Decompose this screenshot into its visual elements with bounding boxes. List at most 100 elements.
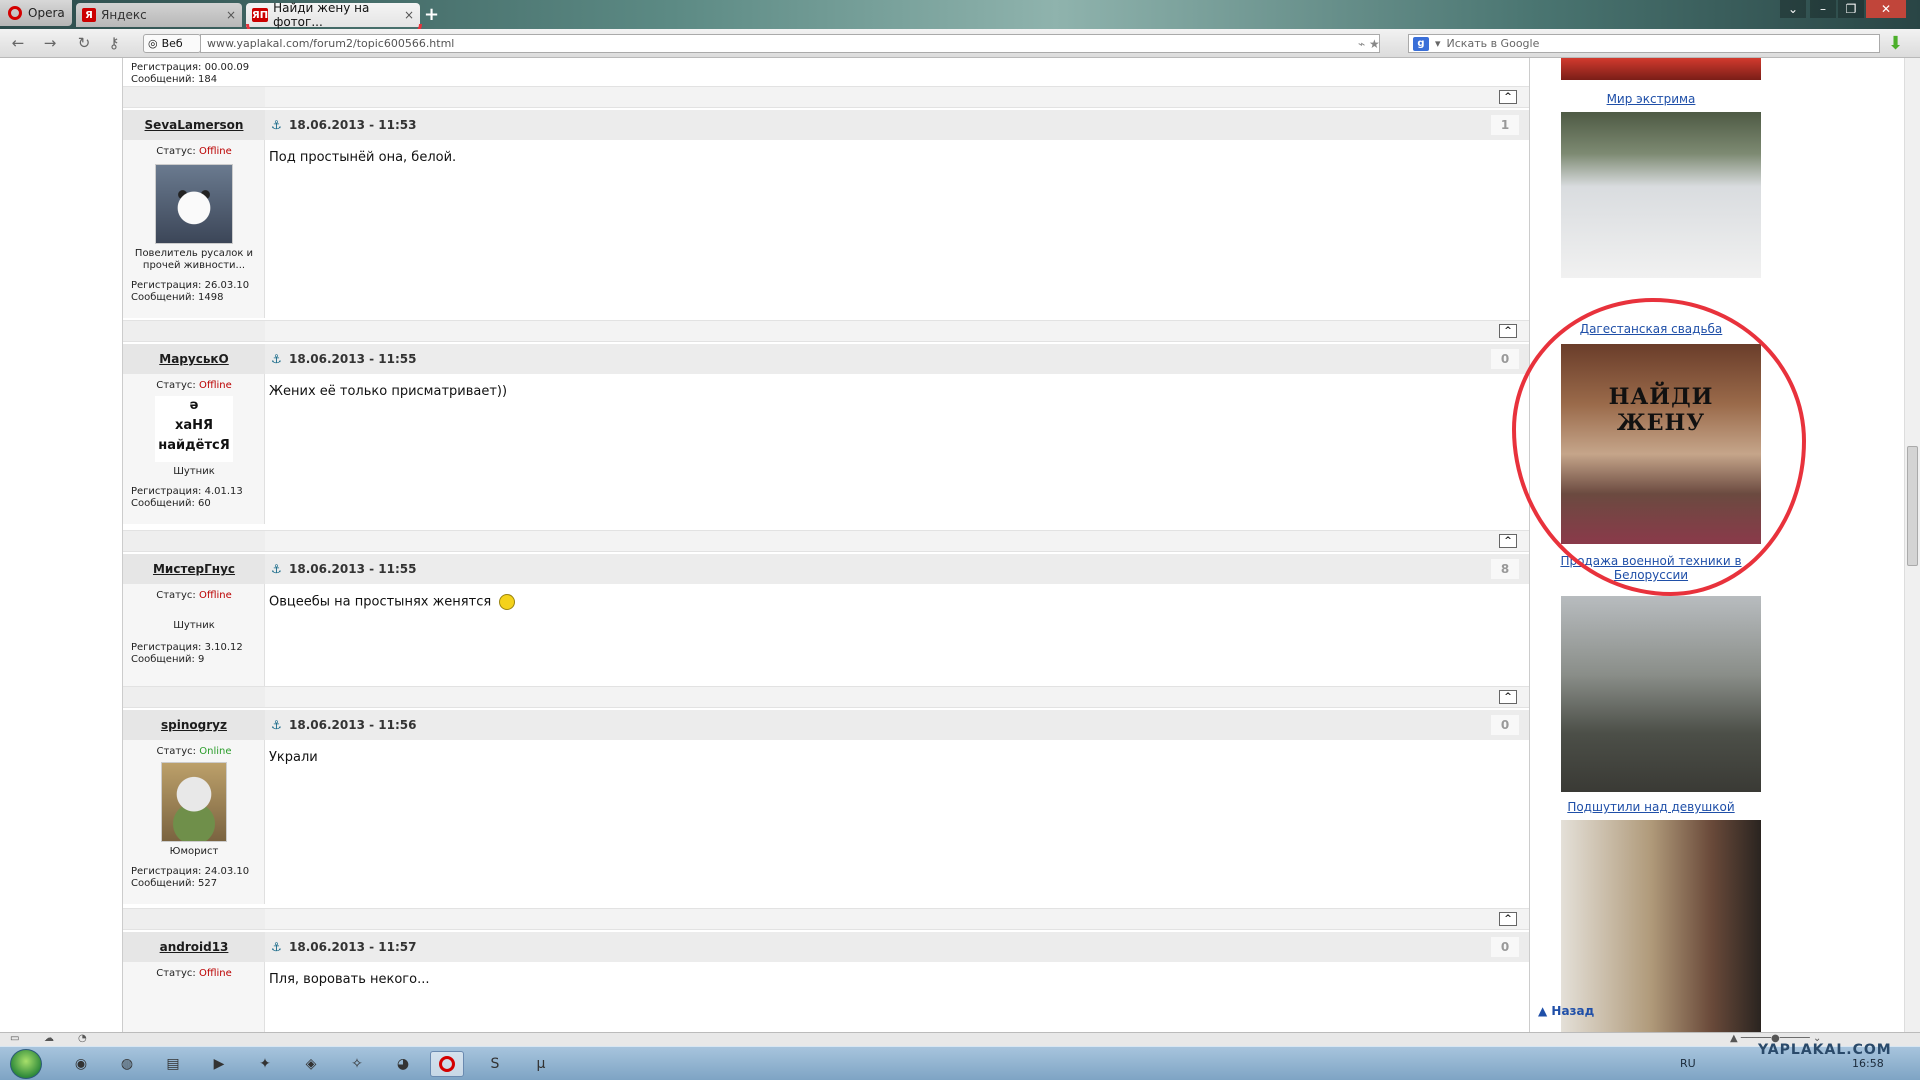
language-indicator[interactable]: RU xyxy=(1680,1057,1696,1070)
sidebar-link[interactable]: Мир экстрима xyxy=(1531,92,1771,106)
back-button[interactable]: ← xyxy=(8,34,28,52)
key-icon[interactable]: ⚷ xyxy=(104,34,124,52)
anchor-icon[interactable]: ⚓ xyxy=(271,562,282,576)
author-cell: SevaLamerson xyxy=(123,110,265,140)
anchor-icon[interactable]: ⚓ xyxy=(271,352,282,366)
media-player-icon[interactable]: ▶ xyxy=(202,1051,236,1077)
url-field[interactable]: www.yaplakal.com/forum2/topic600566.html xyxy=(200,34,1380,53)
reg-date: Регистрация: 24.03.10 xyxy=(131,866,250,877)
anchor-icon[interactable]: ⚓ xyxy=(271,718,282,732)
post-rating[interactable]: 0 xyxy=(1491,715,1519,735)
author-name-link[interactable]: МаруськО xyxy=(159,352,229,366)
close-window-button[interactable]: ✕ xyxy=(1866,0,1906,18)
globe-icon: ◎ xyxy=(148,37,158,50)
author-cell: МистерГнус xyxy=(123,554,265,584)
forum-post: МистерГнус ⚓ 18.06.2013 - 11:55 8 Статус… xyxy=(123,554,1529,704)
post-date: 18.06.2013 - 11:55 xyxy=(289,352,417,366)
post-date: 18.06.2013 - 11:55 xyxy=(289,562,417,576)
author-name-link[interactable]: spinogryz xyxy=(161,718,227,732)
msg-count: Сообщений: 60 xyxy=(131,498,211,509)
user-title: Шутник xyxy=(173,466,215,477)
page-content: Регистрация: 00.00.09 Сообщений: 184 ^ S… xyxy=(0,58,1920,1032)
search-input[interactable]: g ▾ Искать в Google xyxy=(1408,34,1880,53)
folder-icon[interactable]: ▤ xyxy=(156,1051,190,1077)
utorrent-icon[interactable]: µ xyxy=(524,1051,558,1077)
taskbar-clock[interactable]: 16:58 xyxy=(1852,1057,1884,1070)
taskbar-app-icon[interactable]: ◈ xyxy=(294,1051,328,1077)
author-cell: android13 xyxy=(123,932,265,962)
anchor-icon[interactable]: ⚓ xyxy=(271,940,282,954)
search-dropdown-icon[interactable]: ▾ xyxy=(1435,37,1441,50)
post-separator: ^ xyxy=(123,320,1529,342)
post-rating[interactable]: 0 xyxy=(1491,349,1519,369)
post-rating[interactable]: 0 xyxy=(1491,937,1519,957)
tab-yandex[interactable]: Я Яндекс × xyxy=(76,3,242,27)
maximize-button[interactable]: ❐ xyxy=(1838,0,1864,18)
panel-toggle-icon[interactable]: ▭ xyxy=(10,1033,19,1044)
scroll-up-button[interactable]: ^ xyxy=(1499,912,1517,926)
post-rating[interactable]: 1 xyxy=(1491,115,1519,135)
speed-dial-icon[interactable]: ◔ xyxy=(78,1033,87,1044)
sidebar-image[interactable] xyxy=(1561,596,1761,792)
scroll-up-button[interactable]: ^ xyxy=(1499,690,1517,704)
post-rating[interactable]: 8 xyxy=(1491,559,1519,579)
separator-left xyxy=(123,321,265,341)
avatar-text-2: хаНЯ xyxy=(174,418,214,433)
author-name-link[interactable]: SevaLamerson xyxy=(145,118,244,132)
minimize-button[interactable]: – xyxy=(1810,0,1836,18)
tab-menu-icon[interactable]: ⌄ xyxy=(1780,0,1806,18)
scroll-up-button[interactable]: ^ xyxy=(1499,324,1517,338)
taskbar-app-icon[interactable]: ◉ xyxy=(64,1051,98,1077)
skype-icon[interactable]: S xyxy=(478,1051,512,1077)
msg-count: Сообщений: 1498 xyxy=(131,292,224,303)
chrome-icon[interactable]: ◕ xyxy=(386,1051,420,1077)
prev-msgs: Сообщений: 184 xyxy=(131,74,218,85)
user-title: Повелитель русалок и прочей живности... xyxy=(134,248,254,271)
reload-icon[interactable]: ↻ xyxy=(74,34,94,52)
status-label: Статус: xyxy=(156,380,196,391)
download-icon[interactable]: ⬇ xyxy=(1888,33,1908,54)
site-watermark: YAPLAKAL.COM xyxy=(1758,1042,1892,1058)
author-panel: Статус: Offline Повелитель русалок и про… xyxy=(123,140,265,318)
forum-post: spinogryz ⚓ 18.06.2013 - 11:56 0 Статус:… xyxy=(123,710,1529,904)
close-tab-icon[interactable]: × xyxy=(404,8,414,22)
sidebar-image[interactable] xyxy=(1561,112,1761,278)
user-status: Статус: Offline xyxy=(123,590,265,601)
web-badge[interactable]: ◎ Веб xyxy=(143,34,201,53)
back-to-top-link[interactable]: ▲ Назад xyxy=(1538,1004,1594,1018)
scrollbar-thumb[interactable] xyxy=(1907,446,1918,566)
new-tab-button[interactable]: + xyxy=(424,4,439,25)
author-name-link[interactable]: android13 xyxy=(160,940,229,954)
post-text: Под простынёй она, белой. xyxy=(269,150,457,165)
post-date: 18.06.2013 - 11:57 xyxy=(289,940,417,954)
windows-taskbar: ◉ ◍ ▤ ▶ ✦ ◈ ✧ ◕ S µ RU 16:58 xyxy=(0,1046,1920,1080)
anchor-icon[interactable]: ⚓ xyxy=(271,118,282,132)
sidebar-image[interactable] xyxy=(1561,58,1761,80)
start-button[interactable] xyxy=(10,1049,42,1079)
taskbar-app-icon[interactable]: ✧ xyxy=(340,1051,374,1077)
forum-topic: Регистрация: 00.00.09 Сообщений: 184 ^ S… xyxy=(122,58,1530,1032)
vertical-scrollbar[interactable] xyxy=(1904,58,1920,1032)
author-name-link[interactable]: МистерГнус xyxy=(153,562,235,576)
user-status: Статус: Offline xyxy=(123,146,265,157)
separator-left xyxy=(123,87,265,107)
sidebar-image[interactable] xyxy=(1561,820,1761,1032)
post-text: Украли xyxy=(269,750,318,765)
sidebar-link[interactable]: Подшутили над девушкой xyxy=(1531,800,1771,814)
scroll-up-button[interactable]: ^ xyxy=(1499,534,1517,548)
scroll-up-button[interactable]: ^ xyxy=(1499,90,1517,104)
opera-menu-button[interactable]: Opera xyxy=(0,0,72,26)
taskbar-app-icon[interactable]: ◍ xyxy=(110,1051,144,1077)
status-value: Online xyxy=(199,746,232,757)
post-header: spinogryz ⚓ 18.06.2013 - 11:56 0 xyxy=(123,710,1529,740)
rss-star-icons[interactable]: ⌁ ★ xyxy=(1358,37,1380,51)
close-tab-icon[interactable]: × xyxy=(226,8,236,22)
google-icon[interactable]: g xyxy=(1413,36,1429,51)
author-cell: spinogryz xyxy=(123,710,265,740)
opera-taskbar-icon[interactable] xyxy=(430,1051,464,1077)
taskbar-app-icon[interactable]: ✦ xyxy=(248,1051,282,1077)
forward-button[interactable]: → xyxy=(40,34,60,52)
cloud-icon[interactable]: ☁ xyxy=(44,1033,54,1044)
status-label: Статус: xyxy=(156,146,196,157)
author-panel: Статус: Offline xyxy=(123,962,265,1032)
